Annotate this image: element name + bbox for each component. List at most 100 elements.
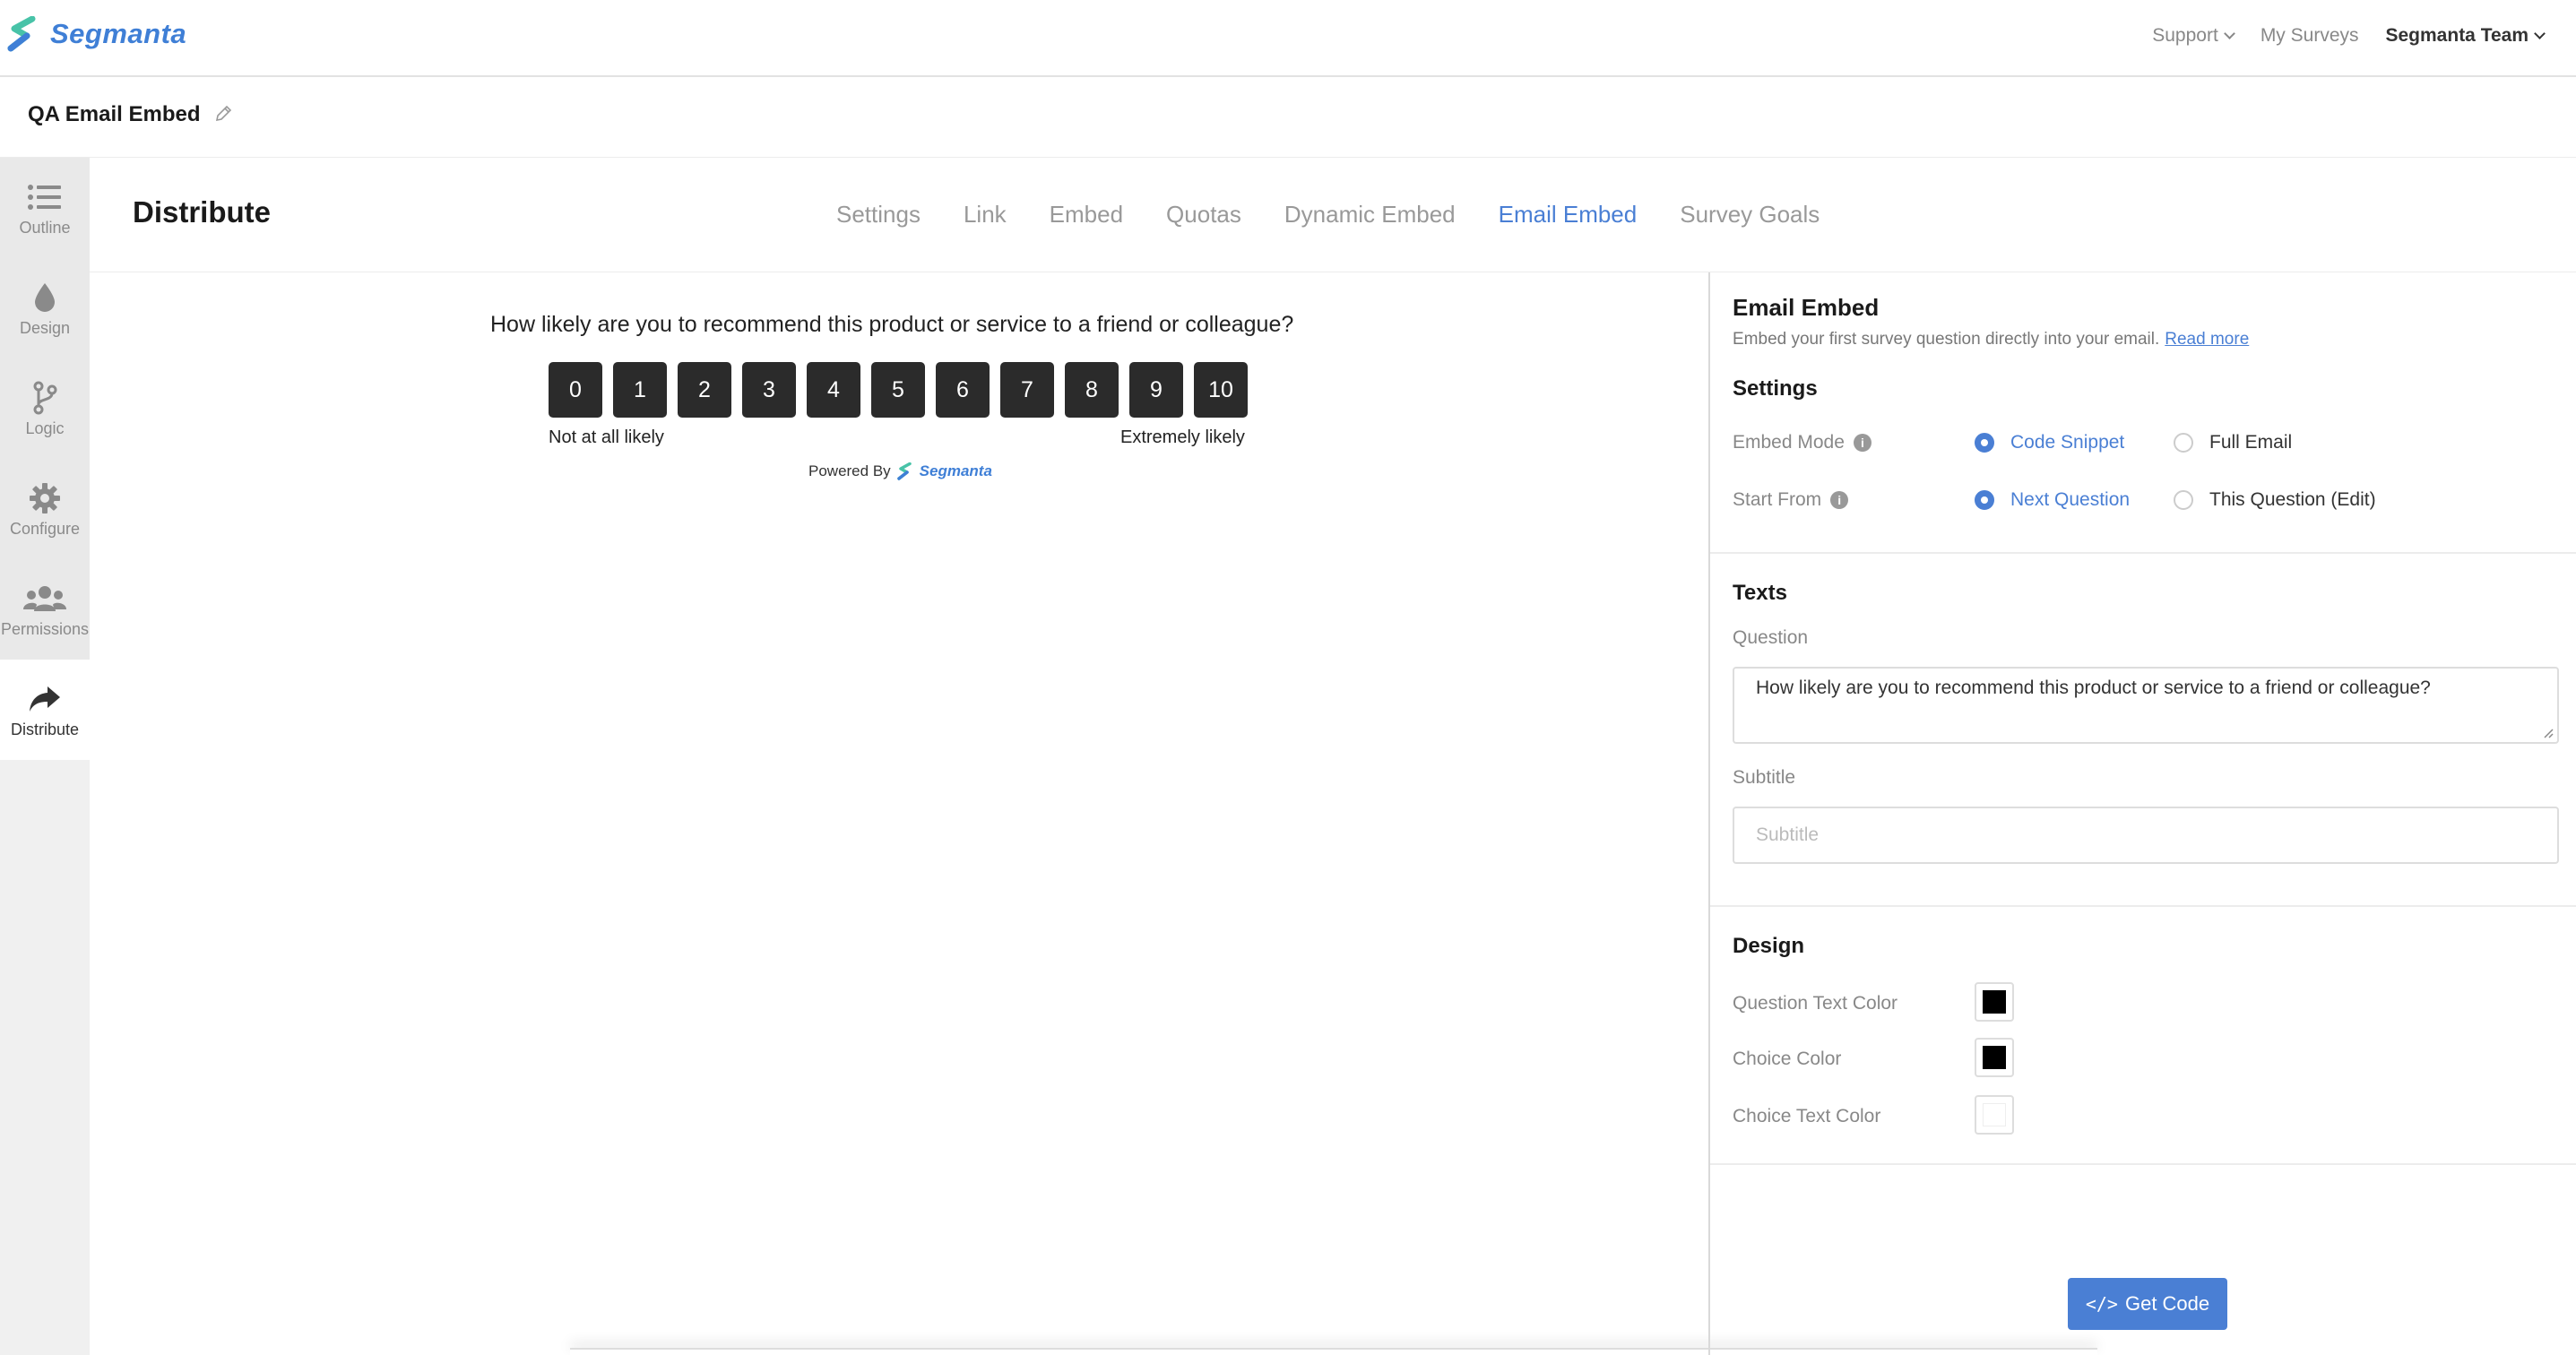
top-nav: Support My Surveys Segmanta Team <box>2125 25 2546 47</box>
chevron-down-icon <box>2534 28 2546 39</box>
tab-survey-goals[interactable]: Survey Goals <box>1680 201 1820 229</box>
powered-by: Powered By Segmanta <box>808 462 992 480</box>
branch-icon <box>33 381 57 414</box>
scale-option-6[interactable]: 6 <box>936 362 990 418</box>
start-from-this-question[interactable]: This Question (Edit) <box>2174 489 2376 511</box>
scale-option-0[interactable]: 0 <box>549 362 602 418</box>
sidebar-item-label: Configure <box>9 519 81 538</box>
scale-option-7[interactable]: 7 <box>1000 362 1054 418</box>
powered-by-brand: Segmanta <box>919 462 992 479</box>
powered-by-label: Powered By <box>808 462 891 479</box>
support-menu[interactable]: Support <box>2152 25 2235 47</box>
tab-dynamic-embed[interactable]: Dynamic Embed <box>1284 201 1456 229</box>
texts-section: Texts Question How likely are you to rec… <box>1710 554 2576 907</box>
color-fill <box>1983 1046 2006 1069</box>
embed-mode-full-email[interactable]: Full Email <box>2174 432 2292 453</box>
radio-label: Code Snippet <box>2010 432 2125 453</box>
brand-logo[interactable]: Segmanta <box>5 16 186 52</box>
distribute-header: Distribute Settings Link Embed Quotas Dy… <box>90 158 2576 272</box>
info-icon[interactable]: i <box>1853 434 1871 452</box>
radio-label: Next Question <box>2010 489 2131 510</box>
segmanta-logo-icon <box>7 16 36 52</box>
subtitle-label: Subtitle <box>1733 767 1796 788</box>
sidebar-item-label: Outline <box>19 218 71 237</box>
get-code-label: Get Code <box>2124 1292 2210 1315</box>
team-label: Segmanta Team <box>2385 25 2529 46</box>
panel-description-text: Embed your first survey question directl… <box>1733 330 2160 349</box>
team-menu[interactable]: Segmanta Team <box>2385 25 2546 47</box>
survey-title-bar: QA Email Embed <box>0 77 2576 158</box>
question-label: Question <box>1733 627 1809 648</box>
sidebar-item-logic[interactable]: Logic <box>0 358 90 459</box>
question-textarea[interactable]: How likely are you to recommend this pro… <box>1733 667 2559 744</box>
radio-unselected-icon <box>2174 433 2193 453</box>
tab-embed[interactable]: Embed <box>1050 201 1123 229</box>
code-icon: </> <box>2085 1293 2118 1315</box>
info-icon[interactable]: i <box>1830 491 1849 509</box>
my-surveys-link[interactable]: My Surveys <box>2260 25 2359 47</box>
scale-option-8[interactable]: 8 <box>1065 362 1119 418</box>
question-text-color-swatch[interactable] <box>1975 982 2014 1022</box>
radio-label: This Question (Edit) <box>2209 489 2376 510</box>
radio-selected-icon <box>1975 490 1994 510</box>
subtitle-input[interactable] <box>1733 807 2559 864</box>
question-textarea-value: How likely are you to recommend this pro… <box>1756 678 2431 698</box>
sidebar-item-label: Design <box>19 318 71 337</box>
distribute-tabs: Settings Link Embed Quotas Dynamic Embed… <box>836 201 1863 229</box>
tab-link[interactable]: Link <box>964 201 1007 229</box>
texts-heading: Texts <box>1733 581 1787 605</box>
panel-description: Embed your first survey question directl… <box>1733 330 2249 350</box>
sidebar-item-label: Permissions <box>0 619 90 638</box>
top-bar: Segmanta Support My Surveys Segmanta Tea… <box>0 0 2576 77</box>
sidebar-item-label: Logic <box>25 419 65 437</box>
question-text-color-label: Question Text Color <box>1733 993 1898 1014</box>
sidebar: Outline Design Logic Configure Permissio… <box>0 158 90 1355</box>
start-from-label: Start From i <box>1733 489 1849 511</box>
read-more-link[interactable]: Read more <box>2165 330 2249 349</box>
scale-option-4[interactable]: 4 <box>807 362 860 418</box>
sidebar-item-distribute[interactable]: Distribute <box>0 660 90 760</box>
choice-text-color-swatch[interactable] <box>1975 1095 2014 1135</box>
support-label: Support <box>2152 25 2218 46</box>
color-fill <box>1983 990 2006 1014</box>
sidebar-filler <box>0 771 90 1355</box>
radio-unselected-icon <box>2174 490 2193 510</box>
design-heading: Design <box>1733 934 1805 958</box>
users-icon <box>23 585 66 611</box>
sidebar-item-permissions[interactable]: Permissions <box>0 559 90 660</box>
page-title: Distribute <box>133 195 272 229</box>
brand-name: Segmanta <box>50 18 187 49</box>
share-arrow-icon <box>30 686 60 712</box>
scale-option-9[interactable]: 9 <box>1129 362 1183 418</box>
nps-scale: 0 1 2 3 4 5 6 7 8 9 10 <box>549 362 1258 418</box>
start-from-label-text: Start From <box>1733 489 1822 510</box>
scale-option-10[interactable]: 10 <box>1194 362 1248 418</box>
scale-option-1[interactable]: 1 <box>613 362 667 418</box>
scale-low-label: Not at all likely <box>549 427 664 447</box>
embed-mode-code-snippet[interactable]: Code Snippet <box>1975 432 2124 453</box>
choice-color-swatch[interactable] <box>1975 1038 2014 1077</box>
get-code-button[interactable]: </> Get Code <box>2068 1278 2227 1330</box>
droplet-icon <box>35 282 55 312</box>
sidebar-item-configure[interactable]: Configure <box>0 459 90 559</box>
sidebar-item-label: Distribute <box>10 720 80 738</box>
email-embed-panel: Email Embed Embed your first survey ques… <box>1708 272 2576 1355</box>
resize-grip-icon[interactable] <box>2541 726 2554 738</box>
sidebar-item-outline[interactable]: Outline <box>0 158 90 258</box>
preview-question: How likely are you to recommend this pro… <box>490 312 1294 337</box>
scale-option-3[interactable]: 3 <box>742 362 796 418</box>
panel-title: Email Embed <box>1733 294 1880 321</box>
scale-high-label: Extremely likely <box>1120 427 1245 447</box>
chevron-down-icon <box>2223 28 2235 39</box>
tab-quotas[interactable]: Quotas <box>1166 201 1241 229</box>
start-from-next-question[interactable]: Next Question <box>1975 489 2130 511</box>
settings-section: Email Embed Embed your first survey ques… <box>1710 272 2576 554</box>
sidebar-item-design[interactable]: Design <box>0 258 90 358</box>
tab-settings[interactable]: Settings <box>836 201 921 229</box>
tab-email-embed[interactable]: Email Embed <box>1499 201 1638 229</box>
pencil-icon[interactable] <box>213 104 233 124</box>
color-fill <box>1983 1103 2006 1126</box>
scale-option-5[interactable]: 5 <box>871 362 925 418</box>
choice-color-label: Choice Color <box>1733 1049 1842 1069</box>
scale-option-2[interactable]: 2 <box>678 362 731 418</box>
